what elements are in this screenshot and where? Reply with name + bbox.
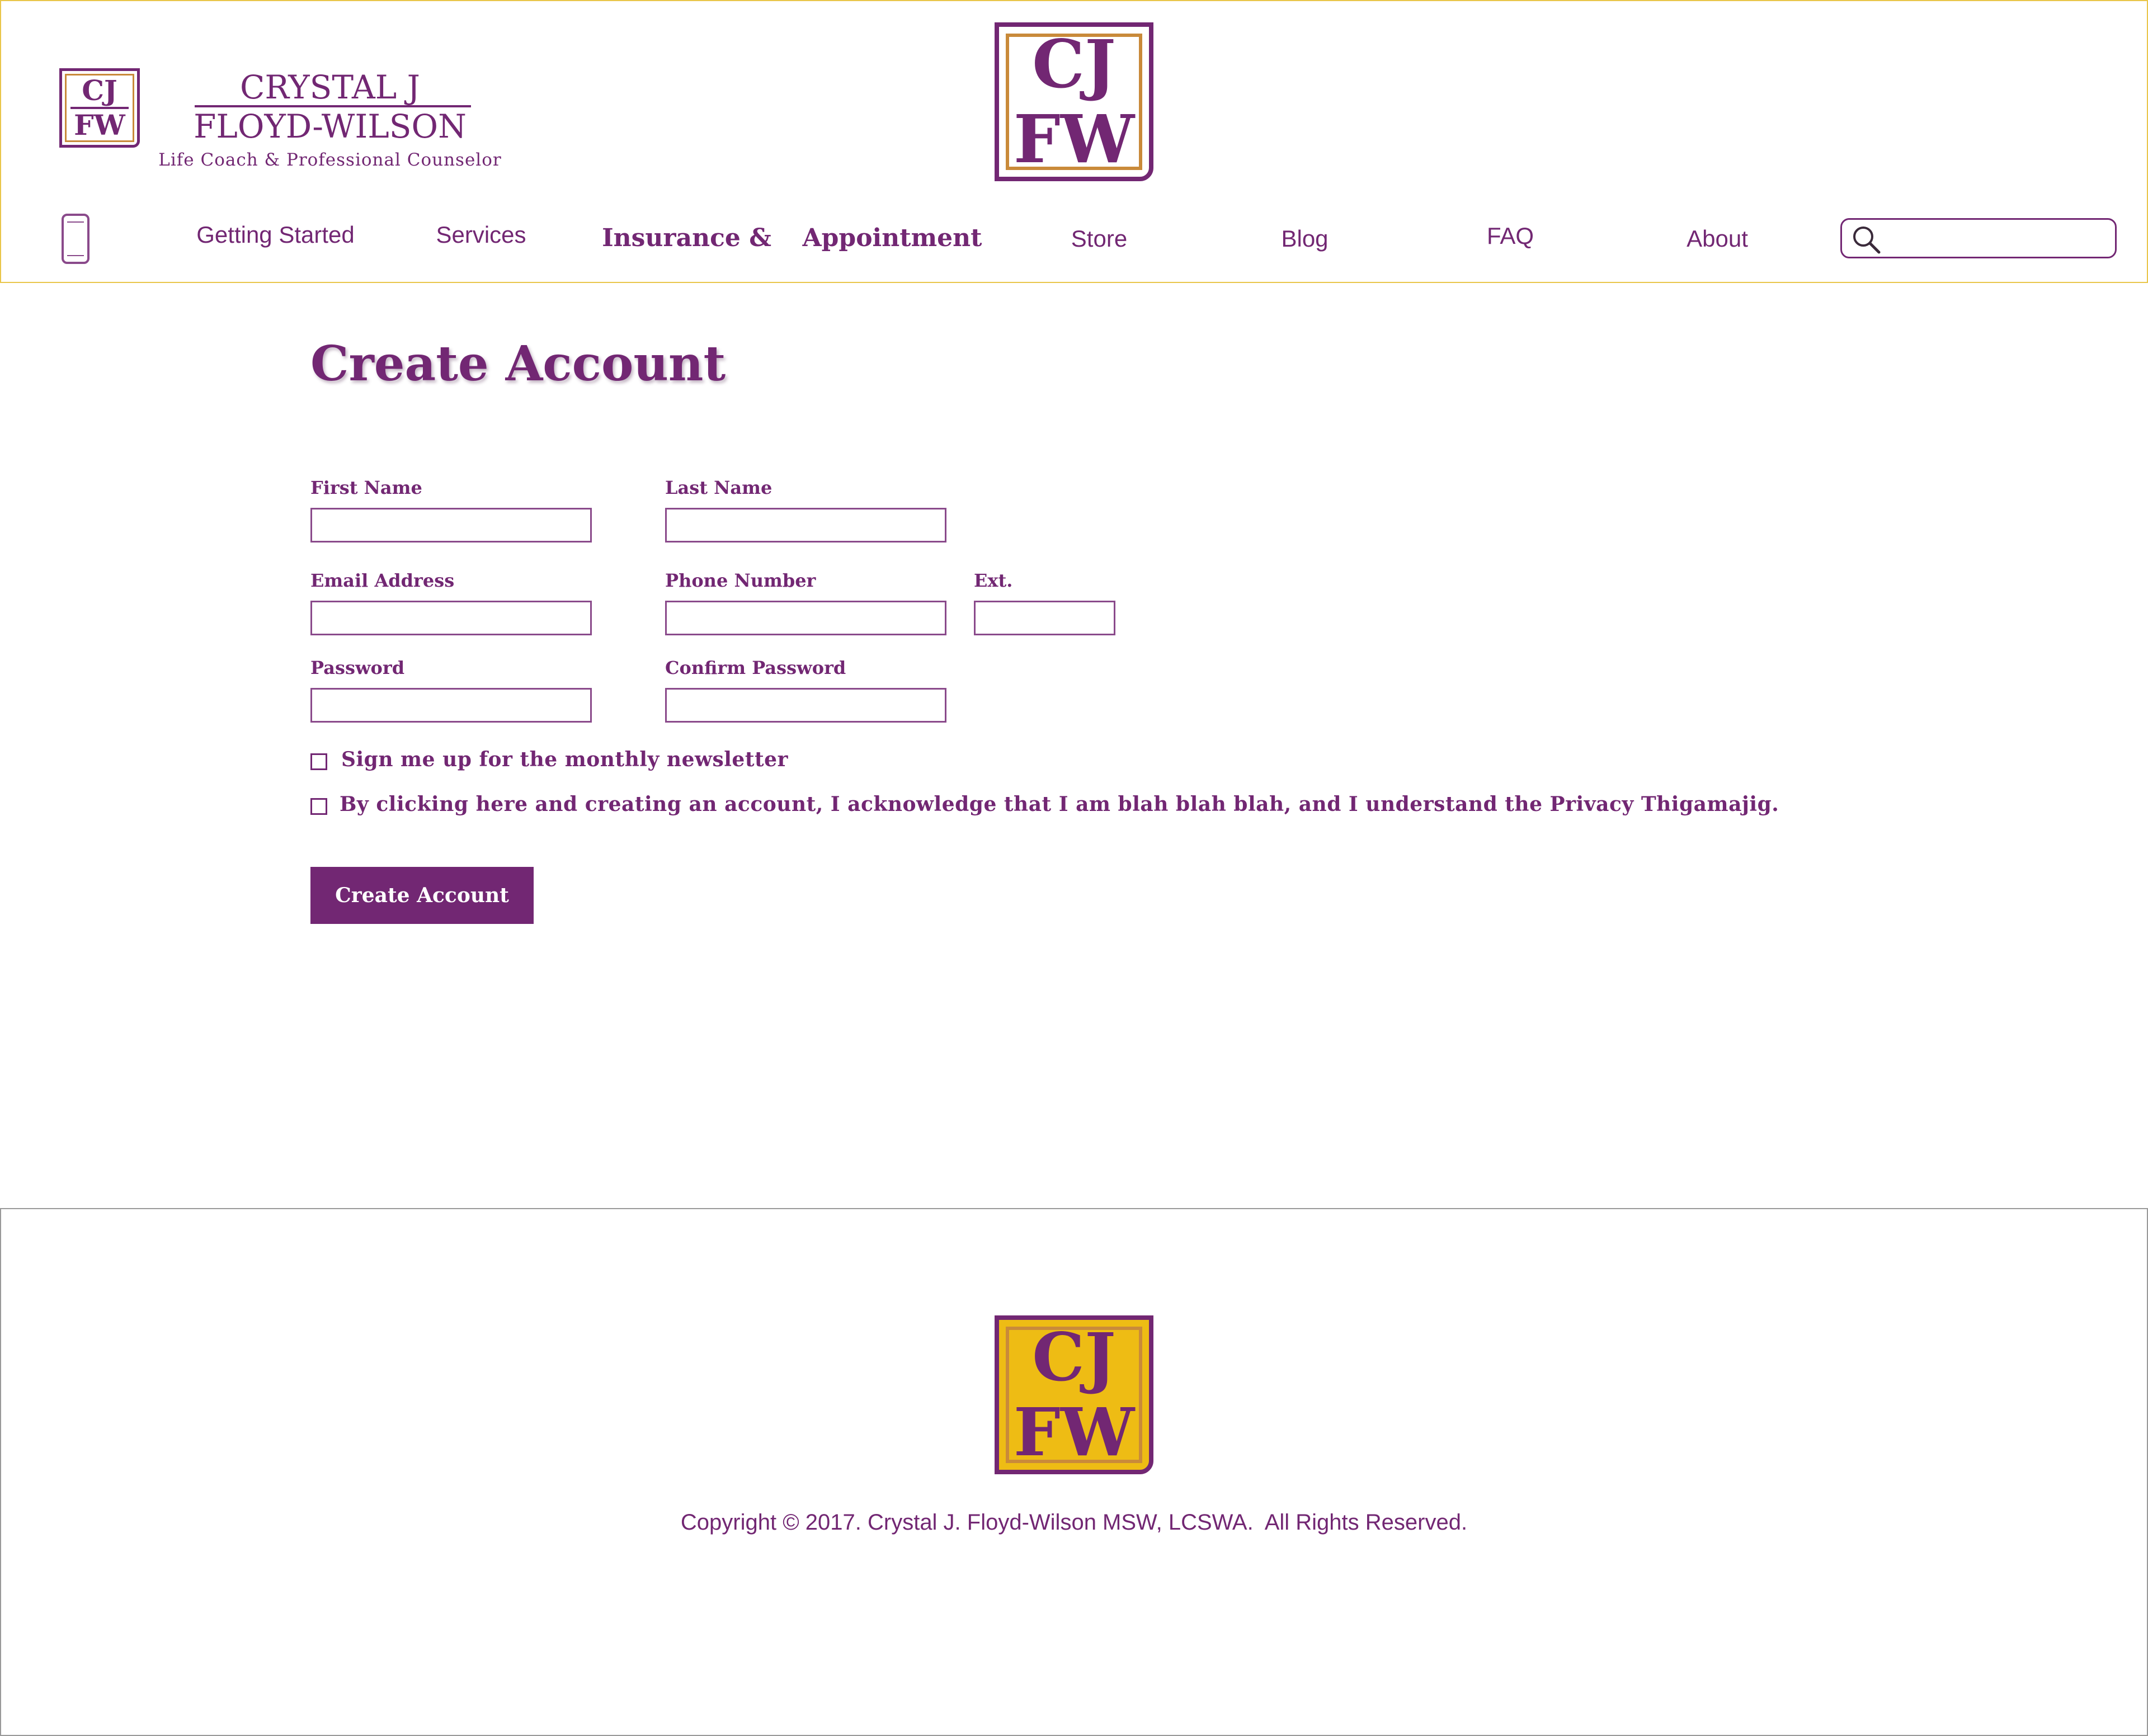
ext-label: Ext. xyxy=(974,570,1013,591)
phone-input[interactable] xyxy=(667,602,945,634)
email-input[interactable] xyxy=(312,602,590,634)
confirm-password-field[interactable] xyxy=(665,688,946,723)
phone-icon[interactable] xyxy=(62,214,90,264)
acknowledge-checkbox[interactable] xyxy=(310,798,327,815)
nav-item-faq[interactable]: FAQ xyxy=(1460,214,1561,258)
nav-item-store[interactable]: Store xyxy=(1046,216,1152,261)
phone-label: Phone Number xyxy=(665,570,816,591)
ext-field[interactable] xyxy=(974,601,1115,635)
first-name-input[interactable] xyxy=(312,510,590,541)
confirm-password-label: Confirm Password xyxy=(665,657,846,678)
search-icon[interactable] xyxy=(1851,224,1881,254)
last-name-label: Last Name xyxy=(665,477,772,498)
acknowledge-label[interactable]: By clicking here and creating an account… xyxy=(340,792,1779,816)
brand-name-line2: FLOYD-WILSON xyxy=(194,107,467,145)
logo-text-bottom: FW xyxy=(1013,100,1135,178)
search-box[interactable] xyxy=(1840,218,2117,258)
password-field[interactable] xyxy=(310,688,592,723)
logo-text-bottom: FW xyxy=(74,108,125,141)
password-label: Password xyxy=(310,657,405,678)
last-name-input[interactable] xyxy=(667,510,945,541)
logo-text-top: CJ xyxy=(82,74,117,107)
phone-field[interactable] xyxy=(665,601,946,635)
newsletter-checkbox[interactable] xyxy=(310,753,327,770)
nav-item-services[interactable]: Services xyxy=(414,213,548,257)
ext-input[interactable] xyxy=(976,602,1114,634)
footer-logo[interactable]: CJ FW xyxy=(995,1315,1153,1474)
nav-item-insurance[interactable]: Insurance & xyxy=(596,215,778,260)
brand-tagline: Life Coach & Professional Counselor xyxy=(158,150,502,170)
last-name-field[interactable] xyxy=(665,508,946,542)
search-input[interactable] xyxy=(1887,223,2113,254)
nav-item-about[interactable]: About xyxy=(1664,216,1770,261)
page-title: Create Account xyxy=(310,336,726,392)
copyright-text: Copyright © 2017. Crystal J. Floyd-Wilso… xyxy=(680,1510,1468,1535)
first-name-field[interactable] xyxy=(310,508,592,542)
logo-text-top: CJ xyxy=(1032,1318,1116,1396)
center-logo[interactable]: CJ FW xyxy=(995,22,1153,181)
email-field[interactable] xyxy=(310,601,592,635)
nav-item-appointment[interactable]: Appointment xyxy=(800,215,984,260)
brand-name-line1: CRYSTAL J xyxy=(240,68,420,106)
logo-text-top: CJ xyxy=(1032,25,1116,103)
nav-item-blog[interactable]: Blog xyxy=(1253,216,1356,261)
email-label: Email Address xyxy=(310,570,455,591)
first-name-label: First Name xyxy=(310,477,422,498)
logo-text-bottom: FW xyxy=(1013,1393,1135,1471)
confirm-password-input[interactable] xyxy=(667,690,945,721)
create-account-button[interactable]: Create Account xyxy=(310,867,534,924)
newsletter-label[interactable]: Sign me up for the monthly newsletter xyxy=(341,748,788,771)
small-logo[interactable]: CJ FW xyxy=(59,68,140,148)
nav-item-getting-started[interactable]: Getting Started xyxy=(190,213,361,257)
password-input[interactable] xyxy=(312,690,590,721)
